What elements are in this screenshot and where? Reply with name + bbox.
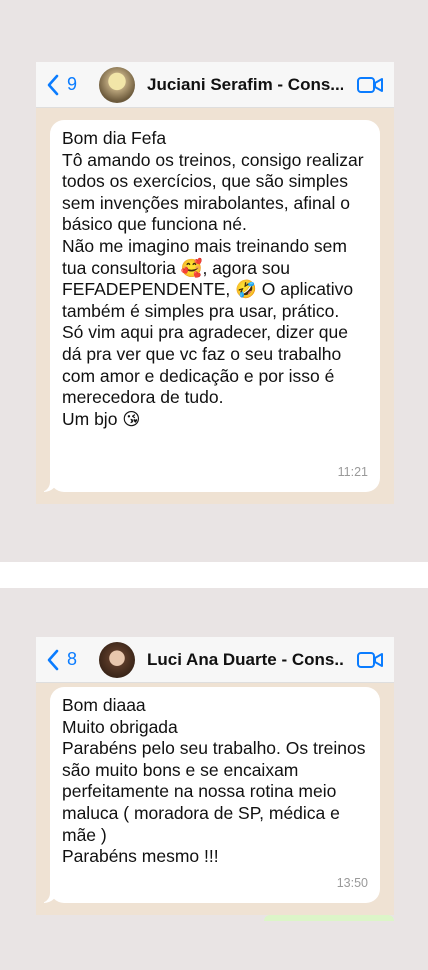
message-bubble[interactable]: Bom dia Fefa Tô amando os treinos, consi… [36,120,380,492]
message-time: 11:21 [337,465,368,480]
chat-header: 9 Juciani Serafim - Cons... [36,62,394,108]
separator [0,562,428,588]
video-call-button[interactable] [356,75,384,95]
outgoing-bubble-edge [264,915,394,921]
bubble-tail [36,478,58,492]
chat-area: Bom dia Fefa Tô amando os treinos, consi… [36,108,394,504]
chevron-left-icon [47,74,59,95]
bubble-tail [36,889,58,903]
message-time: 13:50 [336,876,368,891]
video-camera-icon [357,651,383,668]
back-button[interactable]: 8 [46,649,77,671]
unread-count: 8 [67,649,78,669]
avatar[interactable] [99,641,136,678]
message-text: Bom diaaa Muito obrigada Parabéns pelo s… [62,695,366,867]
message-bubble[interactable]: Bom diaaa Muito obrigada Parabéns pelo s… [36,687,380,903]
screenshot-card-1: 9 Juciani Serafim - Cons... Bom dia Fefa… [0,0,428,562]
chevron-left-icon [47,649,59,670]
video-call-button[interactable] [356,650,384,670]
chat-area: Bom diaaa Muito obrigada Parabéns pelo s… [36,683,394,915]
message-text: Bom dia Fefa Tô amando os treinos, consi… [62,128,364,429]
contact-name[interactable]: Juciani Serafim - Cons... [147,75,343,95]
avatar[interactable] [99,66,136,103]
contact-name[interactable]: Luci Ana Duarte - Cons... [147,650,343,670]
unread-count: 9 [67,74,78,94]
video-camera-icon [357,76,383,93]
back-button[interactable]: 9 [46,74,77,96]
chat-header: 8 Luci Ana Duarte - Cons... [36,637,394,683]
